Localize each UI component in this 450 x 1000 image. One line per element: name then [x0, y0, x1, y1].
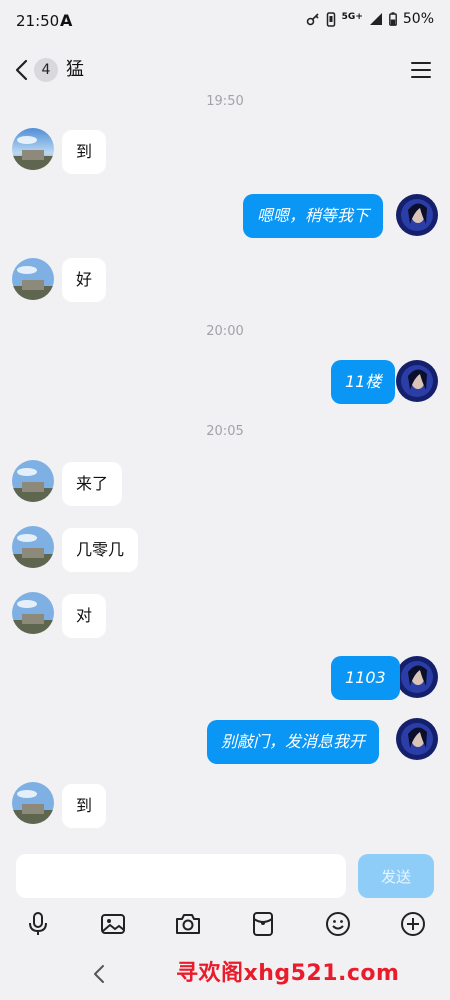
unread-count-badge: 4 — [34, 58, 58, 82]
timestamp: 20:05 — [206, 424, 244, 439]
timestamp: 19:50 — [206, 94, 244, 109]
outgoing-message[interactable]: 嗯嗯，稍等我下 — [243, 194, 384, 238]
user-avatar[interactable] — [396, 360, 438, 402]
contact-avatar[interactable] — [12, 592, 54, 634]
battery-icon — [388, 12, 397, 26]
portrait-avatar-icon — [396, 718, 438, 760]
sky-photo-avatar-icon — [12, 128, 54, 170]
contact-avatar[interactable] — [12, 128, 54, 170]
vibrate-icon — [326, 11, 335, 27]
portrait-avatar-icon — [396, 656, 438, 698]
contact-avatar[interactable] — [12, 258, 54, 300]
emoji-icon[interactable] — [324, 910, 352, 938]
camera-icon[interactable] — [174, 910, 202, 938]
key-icon — [306, 13, 319, 26]
incoming-message[interactable]: 好 — [62, 258, 107, 302]
outgoing-message[interactable]: 别敲门，发消息我开 — [207, 720, 380, 764]
contact-avatar[interactable] — [12, 526, 54, 568]
message-list[interactable]: 19:50 到 嗯嗯，稍等我下 好 20:00 11楼 20:05 来了 几零几… — [0, 94, 450, 848]
contact-avatar[interactable] — [12, 460, 54, 502]
sky-photo-avatar-icon — [12, 258, 54, 300]
send-button[interactable]: 发送 — [358, 854, 434, 898]
message-input[interactable] — [16, 854, 346, 898]
sky-photo-avatar-icon — [12, 526, 54, 568]
microphone-icon[interactable] — [24, 910, 52, 938]
incoming-message[interactable]: 对 — [62, 594, 107, 638]
sky-photo-avatar-icon — [12, 460, 54, 502]
composer: 发送 — [0, 848, 450, 904]
user-avatar[interactable] — [396, 656, 438, 698]
watermark-text: 寻欢阁xhg521.com — [176, 961, 400, 986]
portrait-avatar-icon — [396, 194, 438, 236]
incoming-message[interactable]: 几零几 — [62, 528, 139, 572]
incoming-message[interactable]: 来了 — [62, 462, 123, 506]
composer-toolbar — [0, 904, 450, 944]
status-time: 21:50 — [16, 12, 60, 30]
chat-header: 4 猛 — [0, 44, 450, 96]
plus-icon[interactable] — [399, 910, 427, 938]
outgoing-message[interactable]: 1103 — [331, 656, 400, 700]
portrait-avatar-icon — [396, 360, 438, 402]
outgoing-message[interactable]: 11楼 — [331, 360, 396, 404]
network-type-label: 5G+ — [341, 11, 363, 22]
timestamp: 20:00 — [206, 324, 244, 339]
contact-avatar[interactable] — [12, 782, 54, 824]
incoming-message[interactable]: 到 — [62, 784, 107, 828]
back-arrow-icon[interactable] — [12, 58, 34, 82]
user-avatar[interactable] — [396, 718, 438, 760]
incoming-message[interactable]: 到 — [62, 130, 107, 174]
status-indicators: 5G+ 50% — [306, 11, 434, 27]
sky-photo-avatar-icon — [12, 592, 54, 634]
chat-screen: 21:50 A 5G+ 50% 4 猛 19:50 到 嗯嗯，稍等我下 好 20… — [0, 0, 450, 1000]
sky-photo-avatar-icon — [12, 782, 54, 824]
contact-name: 猛 — [66, 59, 84, 80]
nav-back-icon[interactable] — [92, 964, 106, 984]
user-avatar[interactable] — [396, 194, 438, 236]
red-packet-icon[interactable] — [249, 910, 277, 938]
status-bar: 21:50 A 5G+ 50% — [0, 0, 450, 44]
menu-icon[interactable] — [410, 60, 432, 80]
battery-percent: 50% — [402, 11, 434, 27]
notification-icon: A — [60, 11, 73, 30]
image-icon[interactable] — [99, 910, 127, 938]
signal-icon — [369, 13, 382, 25]
